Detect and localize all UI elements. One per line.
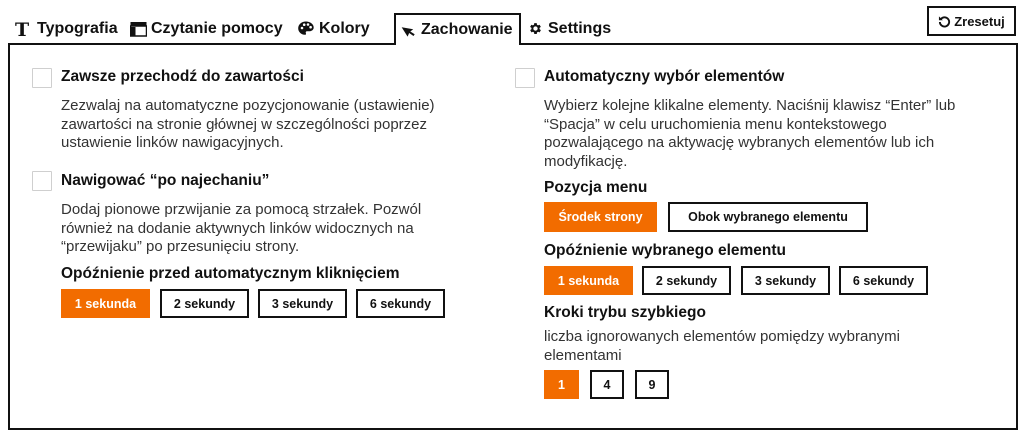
click-delay-label: Opóźnienie przed automatycznym kliknięci… bbox=[61, 265, 400, 282]
fast-steps-label: Kroki trybu szybkiego bbox=[544, 304, 706, 321]
auto-select-title: Automatyczny wybór elementów bbox=[544, 68, 785, 85]
element-delay-1s-button[interactable]: 1 sekunda bbox=[544, 266, 633, 295]
tab-label: Czytanie pomocy bbox=[151, 19, 283, 37]
fast-steps-4-button[interactable]: 4 bbox=[590, 370, 624, 399]
element-delay-6s-button[interactable]: 6 sekundy bbox=[839, 266, 928, 295]
tab-label: Zachowanie bbox=[421, 21, 513, 38]
click-delay-2s-button[interactable]: 2 sekundy bbox=[160, 289, 249, 318]
reset-label: Zresetuj bbox=[954, 13, 1005, 29]
reset-icon bbox=[938, 15, 951, 28]
menu-position-center-button[interactable]: Środek strony bbox=[544, 202, 657, 232]
tab-label: Kolory bbox=[319, 19, 370, 37]
fast-steps-9-button[interactable]: 9 bbox=[635, 370, 669, 399]
gear-icon bbox=[528, 21, 543, 36]
tab-bar: T Typografia Czytanie pomocy Kolory Zach… bbox=[0, 0, 1023, 45]
tab-zachowanie[interactable]: Zachowanie bbox=[394, 13, 521, 45]
hover-nav-description: Dodaj pionowe przwijanie za pomocą strza… bbox=[61, 201, 422, 255]
reading-aid-icon bbox=[130, 21, 147, 37]
click-delay-1s-button[interactable]: 1 sekunda bbox=[61, 289, 150, 318]
element-delay-label: Opóźnienie wybranego elementu bbox=[544, 242, 787, 259]
behavior-panel: Zawsze przechodź do zawartości Zezwalaj … bbox=[8, 43, 1018, 430]
tab-typografia[interactable]: T Typografia bbox=[15, 13, 118, 44]
auto-select-checkbox[interactable] bbox=[515, 68, 535, 88]
tab-label: Typografia bbox=[37, 19, 118, 37]
palette-icon bbox=[297, 20, 315, 37]
click-delay-3s-button[interactable]: 3 sekundy bbox=[258, 289, 347, 318]
svg-text:T: T bbox=[15, 20, 29, 38]
fast-steps-description: liczba ignorowanych elementów pomiędzy w… bbox=[544, 328, 900, 364]
menu-position-label: Pozycja menu bbox=[544, 179, 648, 196]
element-delay-3s-button[interactable]: 3 sekundy bbox=[741, 266, 830, 295]
tab-settings[interactable]: Settings bbox=[528, 13, 611, 44]
menu-position-beside-button[interactable]: Obok wybranego elementu bbox=[668, 202, 868, 232]
hover-nav-checkbox[interactable] bbox=[32, 171, 52, 191]
hover-nav-title: Nawigować “po najechaniu” bbox=[61, 172, 270, 189]
tab-czytanie-pomocy[interactable]: Czytanie pomocy bbox=[130, 13, 283, 44]
cursor-behavior-icon bbox=[401, 22, 417, 38]
tab-label: Settings bbox=[548, 19, 612, 37]
fast-steps-1-button[interactable]: 1 bbox=[544, 370, 579, 399]
auto-select-description: Wybierz kolejne klikalne elementy. Naciś… bbox=[544, 97, 956, 170]
skip-content-description: Zezwalaj na automatyczne pozycjonowanie … bbox=[61, 97, 435, 151]
typography-icon: T bbox=[15, 20, 32, 38]
click-delay-6s-button[interactable]: 6 sekundy bbox=[356, 289, 445, 318]
element-delay-2s-button[interactable]: 2 sekundy bbox=[642, 266, 731, 295]
tab-kolory[interactable]: Kolory bbox=[297, 13, 370, 44]
reset-button[interactable]: Zresetuj bbox=[927, 6, 1016, 36]
skip-content-checkbox[interactable] bbox=[32, 68, 52, 88]
skip-content-title: Zawsze przechodź do zawartości bbox=[61, 68, 304, 85]
